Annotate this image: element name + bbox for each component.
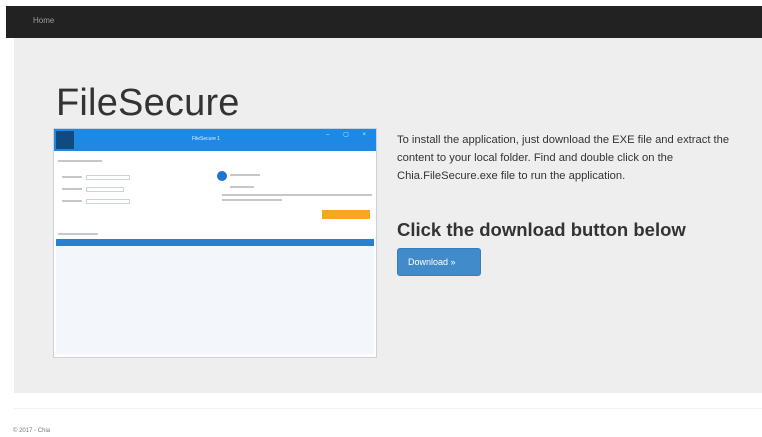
app-screenshot-titlebar: FileSecure 1 – ▢ × bbox=[54, 129, 376, 151]
window-controls-icon: – ▢ × bbox=[326, 132, 372, 138]
copyright-text: © 2017 - Chia bbox=[13, 428, 51, 434]
app-logo-icon bbox=[56, 131, 74, 149]
app-screenshot-field bbox=[86, 175, 130, 180]
app-screenshot-line bbox=[58, 233, 98, 235]
download-subheading: Click the download button below bbox=[397, 219, 686, 240]
app-screenshot-line bbox=[222, 194, 372, 196]
app-screenshot-line bbox=[222, 199, 282, 201]
app-screenshot-button bbox=[322, 210, 370, 219]
app-screenshot-line bbox=[58, 160, 102, 162]
app-screenshot-line bbox=[230, 174, 260, 176]
app-screenshot-image: FileSecure 1 – ▢ × bbox=[53, 128, 377, 358]
footer-divider bbox=[14, 408, 762, 409]
nav-home-link[interactable]: Home bbox=[33, 16, 54, 25]
download-button[interactable]: Download » bbox=[397, 248, 481, 276]
app-screenshot-table-header bbox=[56, 239, 374, 246]
app-screenshot-line bbox=[62, 188, 82, 190]
top-navbar: Home bbox=[6, 6, 762, 38]
app-screenshot-field bbox=[86, 187, 124, 192]
app-screenshot-line bbox=[62, 176, 82, 178]
app-screenshot-title: FileSecure 1 bbox=[192, 136, 221, 142]
app-screenshot-table-body bbox=[56, 246, 374, 354]
app-screenshot-line bbox=[62, 200, 82, 202]
page-title: FileSecure bbox=[56, 82, 240, 124]
install-description: To install the application, just downloa… bbox=[397, 134, 730, 182]
app-screenshot-radio-icon bbox=[217, 171, 227, 181]
app-screenshot-line bbox=[230, 186, 254, 188]
app-screenshot-field bbox=[86, 199, 130, 204]
